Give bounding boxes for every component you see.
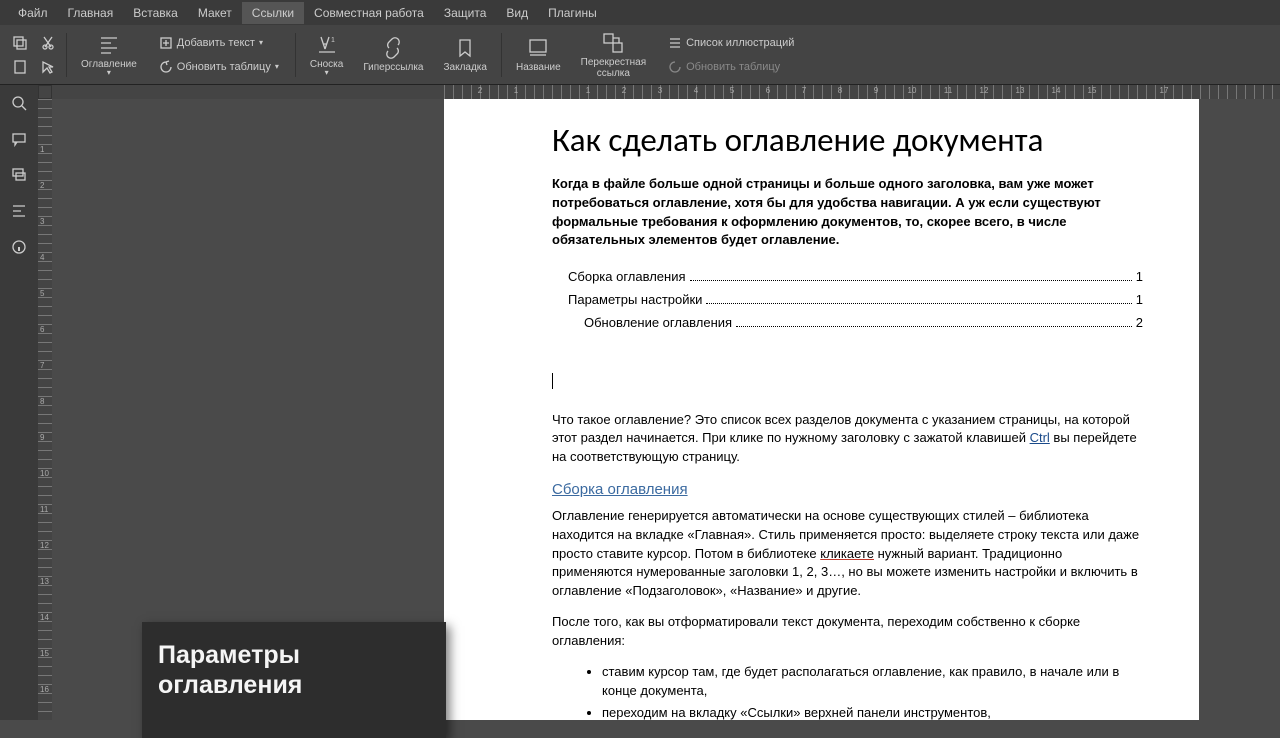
add-text-button[interactable]: Добавить текст ▾ — [155, 34, 283, 52]
toc-button[interactable]: Оглавление — [71, 33, 147, 77]
text-cursor — [552, 373, 553, 389]
refresh-icon — [159, 60, 173, 74]
menu-файл[interactable]: Файл — [8, 2, 58, 24]
menu-вставка[interactable]: Вставка — [123, 2, 188, 24]
search-icon[interactable] — [9, 93, 29, 113]
menu-главная[interactable]: Главная — [58, 2, 124, 24]
ruler-corner — [38, 85, 52, 99]
paragraph: После того, как вы отформатировали текст… — [552, 613, 1143, 651]
menu-вид[interactable]: Вид — [496, 2, 538, 24]
info-icon[interactable] — [9, 237, 29, 257]
menu-совместная работа[interactable]: Совместная работа — [304, 2, 434, 24]
table-of-contents: Сборка оглавления1 Параметры настройки1 Об… — [568, 268, 1143, 333]
footnote-button[interactable]: 1 Сноска — [300, 33, 353, 77]
copy-button[interactable] — [10, 33, 30, 53]
caption-icon — [526, 36, 550, 60]
toc-icon — [97, 33, 121, 57]
menu-макет[interactable]: Макет — [188, 2, 242, 24]
toc-entry[interactable]: Сборка оглавления1 — [568, 268, 1143, 287]
menu-ссылки[interactable]: Ссылки — [242, 2, 304, 24]
chat-icon[interactable] — [9, 165, 29, 185]
refresh-icon — [668, 60, 682, 74]
click-link: кликаете — [820, 546, 874, 561]
bookmark-icon — [453, 36, 477, 60]
menu-плагины[interactable]: Плагины — [538, 2, 607, 24]
link-icon — [381, 36, 405, 60]
list-item: переходим на вкладку «Ссылки» верхней па… — [602, 704, 1143, 720]
toc-entry[interactable]: Обновление оглавления2 — [584, 314, 1143, 333]
list-icon — [668, 36, 682, 50]
crossref-button[interactable]: Перекрестная ссылка — [571, 31, 656, 79]
paragraph: Оглавление генерируется автоматически на… — [552, 507, 1143, 601]
menu-защита[interactable]: Защита — [434, 2, 497, 24]
add-text-icon — [159, 36, 173, 50]
refresh-table-disabled: Обновить таблицу — [664, 58, 798, 76]
ruler-vertical[interactable]: 12345678910111213141516 — [38, 99, 52, 720]
refresh-table-button[interactable]: Обновить таблицу ▾ — [155, 58, 283, 76]
svg-text:1: 1 — [331, 37, 335, 44]
document-page[interactable]: Как сделать оглавление документа Когда в… — [444, 99, 1199, 720]
ctrl-link: Ctrl — [1030, 430, 1050, 445]
paragraph: Что такое оглавление? Это список всех ра… — [552, 411, 1143, 468]
menubar: ФайлГлавнаяВставкаМакетСсылкиСовместная … — [0, 0, 1280, 25]
caption-button[interactable]: Название — [506, 36, 571, 73]
cut-button[interactable] — [38, 33, 58, 53]
hyperlink-button[interactable]: Гиперссылка — [353, 36, 433, 73]
ruler-horizontal[interactable]: 2112345678910111213141517 — [52, 85, 1280, 99]
crossref-icon — [601, 31, 625, 55]
left-sidebar — [0, 85, 38, 720]
list-item: ставим курсор там, где будет располагать… — [602, 663, 1143, 701]
bookmark-button[interactable]: Закладка — [433, 36, 496, 73]
section-heading: Сборка оглавления — [552, 479, 1143, 501]
toolbar-references: Оглавление Добавить текст ▾ Обновить таб… — [0, 25, 1280, 85]
footnote-icon: 1 — [315, 33, 339, 57]
bullet-list: ставим курсор там, где будет располагать… — [602, 663, 1143, 720]
toc-entry[interactable]: Параметры настройки1 — [568, 291, 1143, 310]
paste-button[interactable] — [10, 57, 30, 77]
select-button[interactable] — [38, 57, 58, 77]
page-title: Как сделать оглавление документа — [552, 117, 1143, 165]
illustrations-list-button[interactable]: Список иллюстраций — [664, 34, 798, 52]
headings-icon[interactable] — [9, 201, 29, 221]
tooltip-card: Параметры оглавления — [142, 622, 446, 738]
comments-icon[interactable] — [9, 129, 29, 149]
intro-paragraph: Когда в файле больше одной страницы и бо… — [552, 175, 1143, 250]
